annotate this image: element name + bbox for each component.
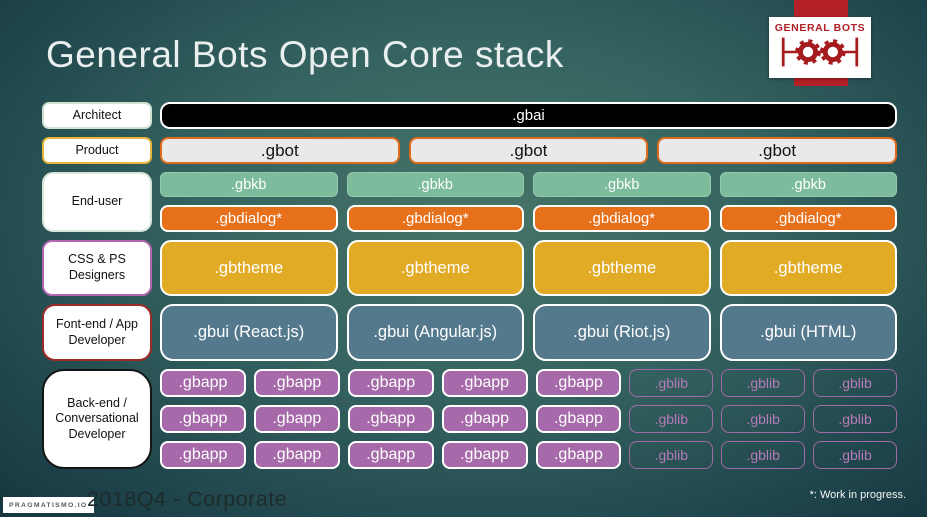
box-gbot: .gbot [408, 137, 649, 164]
page-title: General Bots Open Core stack [46, 34, 564, 75]
box-gbot: .gbot [657, 137, 898, 164]
box-gbapp: .gbapp [253, 441, 340, 469]
slide-caption: 2018Q4 - Corporate [87, 487, 288, 511]
box-gbai: .gbai [160, 102, 897, 129]
box-gblib: .gblib [813, 405, 897, 433]
box-gbui-react: .gbui (React.js) [160, 304, 338, 361]
row-backend-1: .gbapp .gbapp .gbapp .gbapp .gbapp .gbli… [160, 369, 897, 397]
row-gbtheme: .gbtheme .gbtheme .gbtheme .gbtheme [160, 240, 897, 296]
box-gbapp: .gbapp [535, 405, 622, 433]
box-gbdialog: .gbdialog* [160, 205, 338, 232]
box-gbapp: .gbapp [253, 369, 340, 397]
row-label-product: Product [42, 137, 152, 164]
row-gbui: .gbui (React.js) .gbui (Angular.js) .gbu… [160, 304, 897, 361]
brand-badge: PRAGMATISMO.IO [3, 497, 94, 513]
box-gbapp: .gbapp [160, 405, 246, 433]
box-gblib: .gblib [721, 441, 806, 469]
row-gbot: .gbot .gbot .gbot [160, 137, 898, 164]
box-gbapp: .gbapp [347, 441, 434, 469]
row-label-architect: Architect [42, 102, 152, 129]
box-gbkb: .gbkb [719, 172, 897, 197]
box-gbapp: .gbapp [535, 441, 622, 469]
box-gbui-riot: .gbui (Riot.js) [533, 304, 711, 361]
box-gbui-html: .gbui (HTML) [719, 304, 897, 361]
box-gbapp: .gbapp [441, 441, 528, 469]
box-gbapp: .gbapp [160, 441, 246, 469]
box-gbkb: .gbkb [533, 172, 711, 197]
box-gbtheme: .gbtheme [160, 240, 338, 296]
box-gbdialog: .gbdialog* [346, 205, 524, 232]
row-label-frontend-developer: Font-end / App Developer [42, 304, 152, 361]
box-gblib: .gblib [629, 369, 714, 397]
box-gblib: .gblib [813, 369, 897, 397]
row-backend-2: .gbapp .gbapp .gbapp .gbapp .gbapp .gbli… [160, 405, 897, 433]
row-label-css-ps-designers: CSS & PS Designers [42, 240, 152, 296]
box-gbapp: .gbapp [535, 369, 622, 397]
box-gblib: .gblib [721, 369, 806, 397]
box-gblib: .gblib [813, 441, 897, 469]
row-backend-3: .gbapp .gbapp .gbapp .gbapp .gbapp .gbli… [160, 441, 897, 469]
row-label-backend-developer: Back-end / Conversational Developer [42, 369, 152, 469]
box-gbapp: .gbapp [253, 405, 340, 433]
logo-brand-text: GENERAL BOTS [774, 22, 866, 34]
row-gbkb: .gbkb .gbkb .gbkb .gbkb [160, 172, 897, 197]
gears-icon [781, 37, 859, 67]
row-gbdialog: .gbdialog* .gbdialog* .gbdialog* .gbdial… [160, 205, 897, 232]
box-gbapp: .gbapp [160, 369, 246, 397]
box-gbkb: .gbkb [346, 172, 524, 197]
box-gbtheme: .gbtheme [346, 240, 524, 296]
general-bots-logo: GENERAL BOTS [769, 17, 871, 78]
box-gbapp: .gbapp [441, 369, 528, 397]
box-gblib: .gblib [721, 405, 806, 433]
box-gbui-angular: .gbui (Angular.js) [346, 304, 524, 361]
work-in-progress-footnote: *: Work in progress. [809, 489, 906, 501]
open-core-stack-diagram: Architect Product End-user CSS & PS Desi… [42, 102, 898, 469]
box-gbtheme: .gbtheme [533, 240, 711, 296]
box-gblib: .gblib [629, 441, 714, 469]
row-gbai: .gbai [160, 102, 897, 129]
box-gbdialog: .gbdialog* [533, 205, 711, 232]
box-gbapp: .gbapp [347, 405, 434, 433]
box-gblib: .gblib [629, 405, 714, 433]
box-gbapp: .gbapp [347, 369, 434, 397]
box-gbot: .gbot [160, 137, 400, 164]
row-label-end-user: End-user [42, 172, 152, 232]
box-gbkb: .gbkb [160, 172, 338, 197]
box-gbdialog: .gbdialog* [719, 205, 897, 232]
box-gbapp: .gbapp [441, 405, 528, 433]
slide-canvas: General Bots Open Core stack GENERAL BOT… [0, 0, 927, 517]
box-gbtheme: .gbtheme [719, 240, 897, 296]
